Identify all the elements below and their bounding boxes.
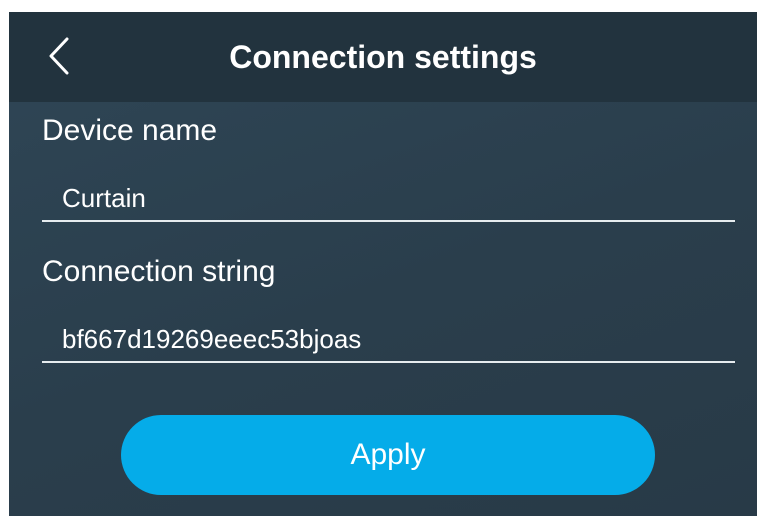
connection-string-input[interactable] <box>42 317 735 363</box>
device-name-input[interactable] <box>42 176 735 222</box>
page-title: Connection settings <box>229 39 537 75</box>
chevron-left-icon <box>49 37 69 75</box>
app-header: Connection settings <box>9 12 757 102</box>
connection-settings-screen: Connection settings Device name Connecti… <box>9 12 757 516</box>
apply-button[interactable]: Apply <box>121 415 655 495</box>
connection-string-label: Connection string <box>42 255 276 288</box>
device-name-label: Device name <box>42 114 218 147</box>
back-button[interactable] <box>37 32 81 80</box>
